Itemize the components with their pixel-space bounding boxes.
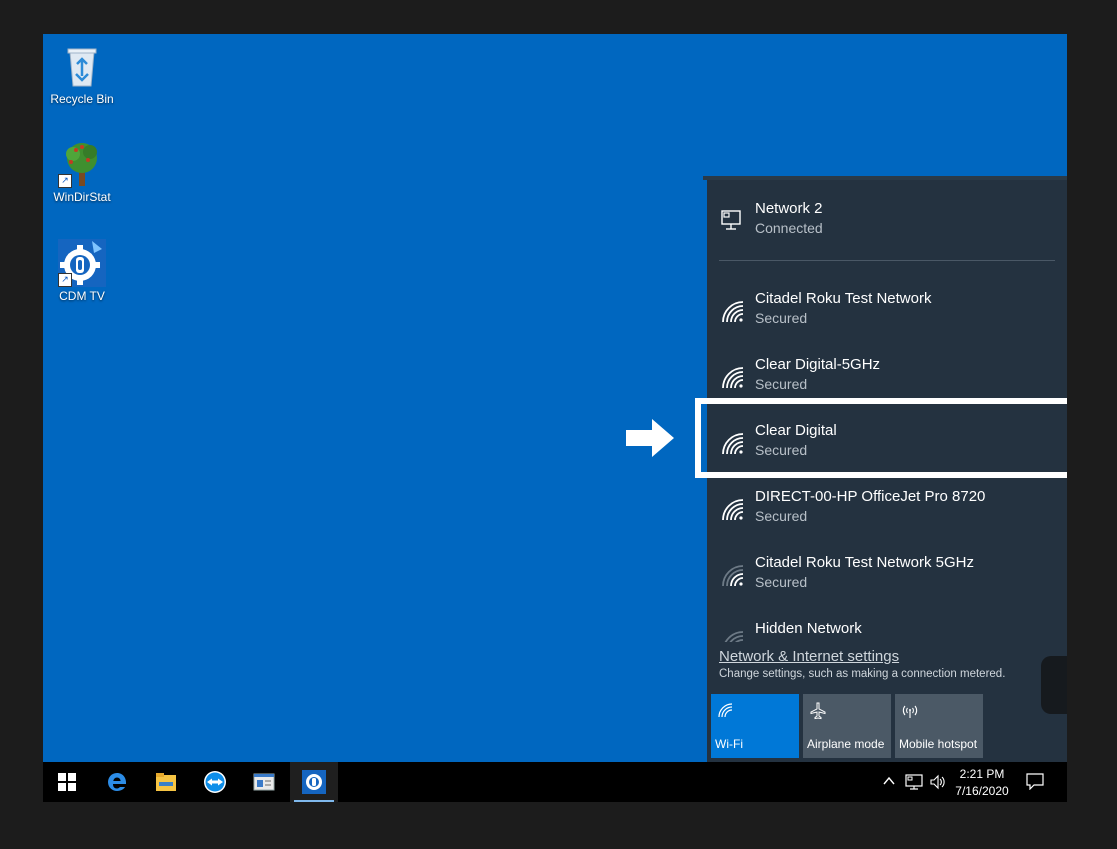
wifi-toggle-button[interactable]: Wi-Fi [711, 694, 799, 758]
windows-logo-icon [58, 773, 76, 791]
network-status: Secured [755, 310, 808, 326]
wifi-signal-icon [719, 496, 745, 522]
airplane-mode-button[interactable]: Airplane mode [803, 694, 891, 758]
windirstat-desktop-icon[interactable]: ↗ WinDirStat [43, 140, 122, 204]
mobile-hotspot-label: Mobile hotspot [899, 737, 978, 751]
hotspot-icon [901, 702, 919, 720]
wifi-icon [717, 702, 735, 720]
network-name: DIRECT-00-HP OfficeJet Pro 8720 [755, 488, 986, 505]
network-name: Citadel Roku Test Network 5GHz [755, 554, 974, 571]
mobile-hotspot-button[interactable]: Mobile hotspot [895, 694, 983, 758]
start-button[interactable] [43, 762, 91, 802]
window-app-icon [253, 773, 275, 791]
pointer-arrow-icon [626, 419, 674, 462]
volume-icon[interactable] [929, 773, 947, 791]
network-row-wifi[interactable]: Hidden Network [707, 608, 1067, 642]
scroll-edge-handle [1041, 656, 1067, 714]
network-row-connected[interactable]: Network 2 Connected [707, 180, 1067, 246]
network-row-wifi[interactable]: DIRECT-00-HP OfficeJet Pro 8720 Secured [707, 476, 1067, 542]
cdm-tv-taskbar-button[interactable] [290, 762, 338, 802]
teamviewer-taskbar-button[interactable] [191, 762, 239, 802]
recycle-bin-desktop-icon[interactable]: Recycle Bin [43, 42, 122, 106]
shortcut-arrow-icon: ↗ [58, 273, 72, 287]
wifi-signal-weak-icon [719, 628, 745, 642]
clock[interactable]: 2:21 PM 7/16/2020 [946, 766, 1018, 800]
network-tray-icon[interactable] [905, 773, 923, 791]
teamviewer-icon [204, 771, 226, 793]
wifi-signal-icon [719, 364, 745, 390]
ethernet-icon [719, 208, 745, 234]
file-explorer-taskbar-button[interactable] [142, 762, 190, 802]
network-status: Secured [755, 508, 808, 524]
network-row-wifi[interactable]: Citadel Roku Test Network Secured [707, 278, 1067, 344]
desktop: Recycle Bin ↗ WinDirStat ↗ CDM TV Networ… [43, 34, 1067, 802]
wifi-signal-weak-icon [719, 562, 745, 588]
network-status: Connected [755, 220, 823, 236]
folder-icon [156, 773, 176, 791]
airplane-mode-label: Airplane mode [807, 737, 885, 751]
network-status: Secured [755, 376, 808, 392]
cdm-tv-label: CDM TV [59, 289, 105, 303]
windirstat-label: WinDirStat [53, 190, 111, 204]
cdm-tv-gear-icon: ↗ [58, 239, 106, 287]
recycle-bin-icon [58, 42, 106, 90]
clock-date: 7/16/2020 [955, 784, 1009, 798]
airplane-icon [809, 702, 827, 720]
network-name: Clear Digital-5GHz [755, 356, 881, 373]
recycle-bin-label: Recycle Bin [50, 92, 114, 106]
network-row-wifi[interactable]: Citadel Roku Test Network 5GHz Secured [707, 542, 1067, 608]
wifi-toggle-label: Wi-Fi [715, 737, 743, 751]
settings-description: Change settings, such as making a connec… [719, 668, 1006, 680]
windirstat-tree-icon: ↗ [58, 140, 106, 188]
edge-taskbar-button[interactable] [93, 762, 141, 802]
network-name: Citadel Roku Test Network [755, 290, 932, 307]
taskbar: 2:21 PM 7/16/2020 [43, 762, 1067, 802]
edge-icon [108, 773, 127, 791]
highlight-box [695, 398, 1067, 478]
cdm-tv-gear-icon [302, 770, 326, 794]
clock-time: 2:21 PM [959, 767, 1005, 781]
action-center-icon[interactable] [1026, 772, 1044, 791]
network-internet-settings-link[interactable]: Network & Internet settings [719, 648, 899, 665]
chevron-up-icon[interactable] [881, 773, 899, 791]
network-name: Hidden Network [755, 620, 862, 637]
window-app-taskbar-button[interactable] [240, 762, 288, 802]
cdm-tv-desktop-icon[interactable]: ↗ CDM TV [43, 239, 122, 303]
divider [719, 260, 1055, 261]
shortcut-arrow-icon: ↗ [58, 174, 72, 188]
network-status: Secured [755, 574, 808, 590]
wifi-signal-icon [719, 298, 745, 324]
network-name: Network 2 [755, 200, 823, 217]
